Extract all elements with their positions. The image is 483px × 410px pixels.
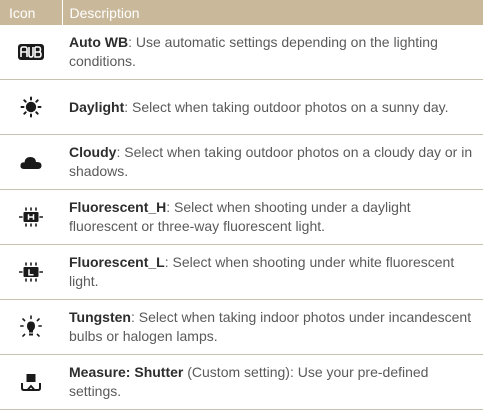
description-cell: Cloudy: Select when taking outdoor photo… (62, 134, 483, 190)
description-column-header: Description (61, 0, 483, 25)
term-label: Tungsten (69, 309, 131, 325)
term-label: Fluorescent_H (69, 199, 167, 215)
awb-icon (18, 44, 44, 60)
description-cell: Auto WB: Use automatic settings dependin… (62, 25, 483, 80)
term-label: Cloudy (69, 144, 117, 160)
term-label: Fluorescent_L (69, 254, 165, 270)
icon-cell (0, 189, 62, 245)
term-label: Daylight (69, 98, 125, 115)
table-row: Cloudy: Select when taking outdoor photo… (0, 134, 483, 190)
table-row: Measure: Shutter (Custom setting): Use y… (0, 354, 483, 410)
term-label: Auto WB (69, 34, 129, 50)
description-text: : Select when taking outdoor photos on a… (124, 98, 449, 115)
white-balance-table: Icon Description Auto WB: Use automatic … (0, 0, 483, 410)
description-cell: Measure: Shutter (Custom setting): Use y… (62, 354, 483, 410)
fluorescent-h-icon (19, 207, 43, 227)
description-cell: Daylight: Select when taking outdoor pho… (62, 79, 483, 135)
table-row: Tungsten: Select when taking indoor phot… (0, 299, 483, 355)
icon-cell (0, 354, 62, 410)
icon-cell (0, 299, 62, 355)
description-cell: Fluorescent_L: Select when shooting unde… (62, 244, 483, 300)
table-row: Daylight: Select when taking outdoor pho… (0, 79, 483, 135)
cloud-icon (20, 157, 42, 169)
table-row: Fluorescent_H: Select when shooting unde… (0, 189, 483, 245)
tungsten-icon (20, 315, 42, 337)
icon-cell (0, 79, 62, 135)
description-cell: Tungsten: Select when taking indoor phot… (62, 299, 483, 355)
fluorescent-l-icon (19, 262, 43, 282)
icon-column-header: Icon (0, 0, 62, 25)
table-row: Auto WB: Use automatic settings dependin… (0, 25, 483, 80)
white-balance-table-container: Icon Description Auto WB: Use automatic … (0, 0, 483, 410)
icon-cell (0, 134, 62, 190)
icon-cell (0, 244, 62, 300)
term-label: Measure: Shutter (69, 364, 184, 380)
description-cell: Fluorescent_H: Select when shooting unde… (62, 189, 483, 245)
table-row: Fluorescent_L: Select when shooting unde… (0, 244, 483, 300)
icon-cell (0, 25, 62, 80)
description-text: : Select when taking outdoor photos on a… (69, 144, 473, 179)
table-header-row: Icon Description (0, 0, 483, 25)
custom-wb-icon (21, 374, 41, 391)
sun-icon (20, 96, 42, 118)
